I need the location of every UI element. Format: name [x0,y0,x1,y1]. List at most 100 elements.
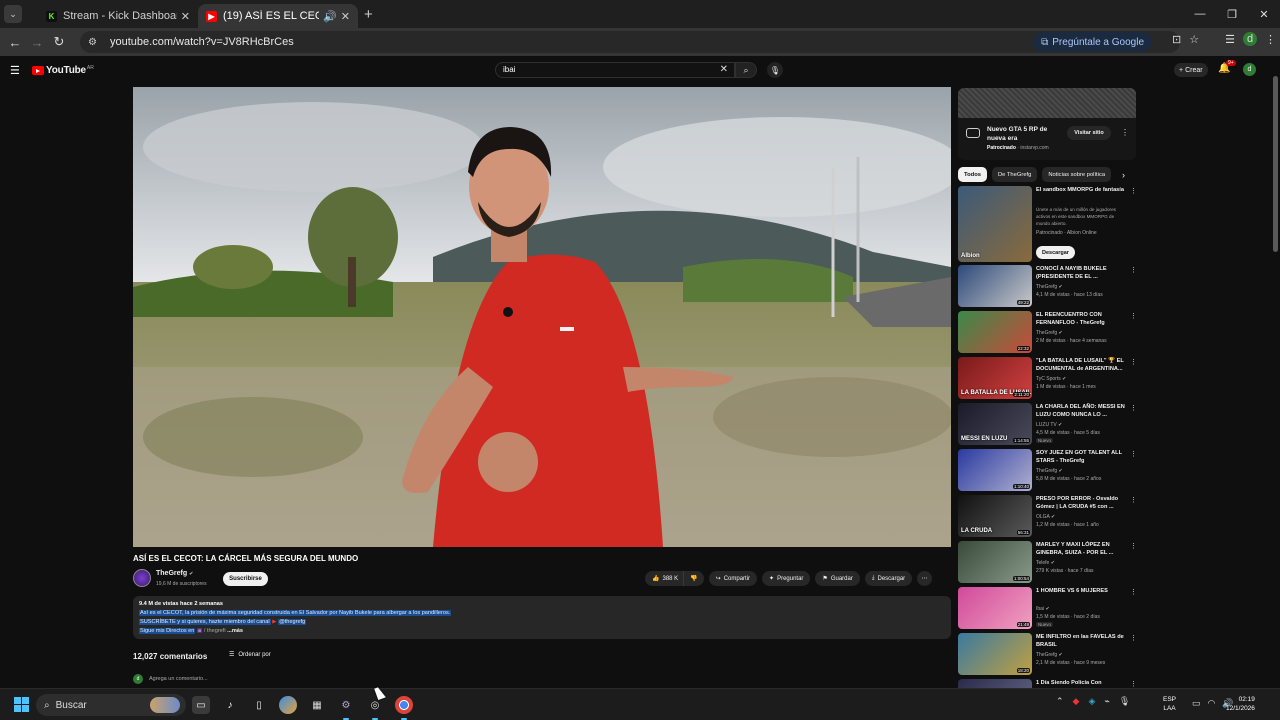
video-thumbnail[interactable]: LA CRUDA 56:31 [958,495,1032,537]
description-link[interactable]: / thegrefi [204,628,226,634]
ask-google-button[interactable]: ⧉ Pregúntale a Google [1033,32,1152,52]
like-button[interactable]: 👍 388 K [645,571,684,586]
recommended-title[interactable]: SOY JUEZ EN GOT TALENT ALL STARS - TheGr… [1036,449,1128,465]
add-comment-row[interactable]: d Agrega un comentario... [133,674,208,684]
recommended-title[interactable]: LA CHARLA DEL AÑO: MESSI EN LUZU COMO NU… [1036,403,1128,419]
reload-icon[interactable]: ↻ [48,34,70,50]
search-query-text[interactable]: ibai [503,65,515,74]
taskbar-clock[interactable]: 02:19 12/1/2026 [1226,695,1255,713]
chip-from-channel[interactable]: De TheGrefg [991,167,1038,182]
recommended-title[interactable]: 1 HOMBRE VS 6 MUJERES [1036,587,1128,595]
ad-more-icon[interactable]: ⋮ [1121,128,1129,137]
download-button[interactable]: ⤓ Descargar [864,571,913,586]
more-vertical-icon[interactable]: ⋮ [1130,542,1137,550]
more-vertical-icon[interactable]: ⋮ [1130,187,1137,195]
close-tab-icon[interactable]: ✕ [181,10,190,23]
clear-search-icon[interactable]: ✕ [720,64,728,75]
youtube-logo[interactable]: YouTube AR [32,65,94,76]
recommended-channel[interactable]: TheGrefg ✔ [1036,652,1063,658]
video-thumbnail[interactable]: LA BATALLA DE LUSAIL 2:11:20 [958,357,1032,399]
recommended-title[interactable]: CONOCÍ A NAYIB BUKELE (PRESIDENTE DE EL … [1036,265,1128,281]
microphone-tray-icon[interactable]: 🎙 [1119,696,1130,707]
download-ad-button[interactable]: Descargar [1036,246,1075,259]
tab-kick-dashboard[interactable]: K Stream - Kick Dashboard ✕ [38,4,198,28]
recommended-video[interactable]: LA CRUDA 56:31 PRESO POR ERROR - Osvaldo G… [958,495,1138,539]
recommended-title[interactable]: ME INFILTRO en las FAVELAS de BRASIL [1036,633,1128,649]
settings-icon[interactable]: ⚙ [337,696,355,720]
install-app-icon[interactable]: ⊡ [1172,33,1181,46]
recommended-channel[interactable]: Telefe ✔ [1036,560,1055,566]
new-tab-button[interactable]: + [364,6,373,23]
video-thumbnail[interactable]: 49:22 [958,265,1032,307]
video-thumbnail[interactable]: 1:10:40 [958,449,1032,491]
more-vertical-icon[interactable]: ⋮ [1130,680,1137,688]
site-info-icon[interactable]: ⚙ [88,37,102,48]
recommended-title[interactable]: PRESO POR ERROR - Osvaldo Gómez | LA CRU… [1036,495,1128,511]
more-vertical-icon[interactable]: ⋮ [1130,266,1137,274]
chevron-right-icon[interactable]: › [1122,170,1125,180]
scrollbar-thumb[interactable] [1273,76,1278,252]
maximize-icon[interactable]: ❐ [1216,0,1248,28]
forward-icon[interactable]: → [26,35,48,50]
channel-name-text[interactable]: TheGrefg [156,570,187,577]
recommended-title[interactable]: El sandbox MMORPG de fantasía [1036,186,1128,194]
video-thumbnail[interactable]: 1:00:54 [958,541,1032,583]
file-icon[interactable]: ▯ [250,696,268,714]
chip-politics-news[interactable]: Noticias sobre política [1042,167,1112,182]
url-text[interactable]: youtube.com/watch?v=JV8RHcBrCes [110,36,294,48]
recommended-channel[interactable]: TheGrefg ✔ [1036,284,1063,290]
video-description[interactable]: 9.4 M de vistas hace 2 semanas Así es el… [133,596,951,639]
security-tray-icon[interactable]: ◈ [1088,696,1095,707]
show-more-link[interactable]: ...más [227,628,243,634]
windows-start-icon[interactable] [14,697,29,712]
ask-button[interactable]: ✦ Preguntar [762,571,811,586]
dislike-button[interactable]: 👎 [683,571,704,586]
task-view-icon[interactable]: ▭ [192,696,210,714]
recommended-video[interactable]: 49:22 CONOCÍ A NAYIB BUKELE (PRESIDENTE D… [958,265,1138,309]
tab-search-menu-button[interactable]: ⌄ [4,5,22,23]
more-vertical-icon[interactable]: ⋮ [1130,312,1137,320]
more-vertical-icon[interactable]: ⋮ [1130,588,1137,596]
more-vertical-icon[interactable]: ⋮ [1130,634,1137,642]
tab-search-icon[interactable]: ☰ [1225,33,1235,46]
recommended-video[interactable]: MESSI EN LUZU 1:14:55 LA CHARLA DEL AÑO: M… [958,403,1138,447]
channel-name[interactable]: TheGrefg ✔ [156,570,193,577]
video-thumbnail[interactable]: 21:49 [958,587,1032,629]
chip-all[interactable]: Todos [958,167,987,182]
microsoft-store-icon[interactable]: ▦ [308,696,326,714]
channel-avatar[interactable] [133,569,151,587]
copilot-icon[interactable] [279,696,297,714]
video-thumbnail[interactable]: MESSI EN LUZU 1:14:55 [958,403,1032,445]
recommended-channel[interactable]: Ibai ✔ [1036,606,1050,612]
recommended-title[interactable]: "LA BATALLA DE LUSAIL" 🏆 EL DOCUMENTAL d… [1036,357,1128,373]
recommended-video[interactable]: 22:32 EL REENCUENTRO CON FERNANFLOO - The… [958,311,1138,355]
account-avatar[interactable]: d [1243,63,1256,76]
kebab-menu-icon[interactable]: ⋮ [1265,33,1276,46]
recommended-video[interactable]: 1:10:40 SOY JUEZ EN GOT TALENT ALL STARS … [958,449,1138,493]
recommended-video[interactable]: 18:20 ME INFILTRO en las FAVELAS de BRASI… [958,633,1138,677]
more-actions-button[interactable]: ⋯ [917,571,933,586]
recommended-video[interactable]: 21:49 1 HOMBRE VS 6 MUJERES Ibai ✔ 1,5 M de… [958,587,1138,631]
close-tab-icon[interactable]: ✕ [341,10,350,23]
recommended-channel[interactable]: TheGrefg ✔ [1036,468,1063,474]
bookmark-star-icon[interactable]: ☆ [1189,33,1199,46]
share-button[interactable]: ↪ Compartir [708,571,758,586]
more-vertical-icon[interactable]: ⋮ [1130,404,1137,412]
recommended-video[interactable]: Albion El sandbox MMORPG de fantasía Únete… [958,186,1138,266]
taskbar-search-box[interactable]: ⌕ Buscar [36,694,186,716]
recommended-channel[interactable]: TyC Sports ✔ [1036,376,1066,382]
tiktok-icon[interactable]: ♪ [221,696,239,714]
chevron-up-icon[interactable]: ⌃ [1056,696,1064,707]
create-button[interactable]: + Crear [1174,63,1208,77]
recommended-video[interactable]: 1:00:54 MARLEY Y MAXI LÓPEZ EN GINEBRA, S… [958,541,1138,585]
voice-search-button[interactable]: 🎙 [767,62,783,78]
close-window-icon[interactable]: ✕ [1248,0,1280,28]
profile-avatar[interactable]: d [1243,32,1257,46]
input-language[interactable]: ESP LAA [1163,695,1176,713]
save-button[interactable]: ⚑ Guardar [815,571,860,586]
subscribe-button[interactable]: Suscribirse [223,572,268,586]
sort-comments-button[interactable]: ☰ Ordenar por [229,651,271,659]
recommended-channel[interactable]: TheGrefg ✔ [1036,330,1063,336]
hamburger-menu-icon[interactable]: ☰ [10,64,20,77]
search-input[interactable]: ibai ✕ [495,62,735,78]
